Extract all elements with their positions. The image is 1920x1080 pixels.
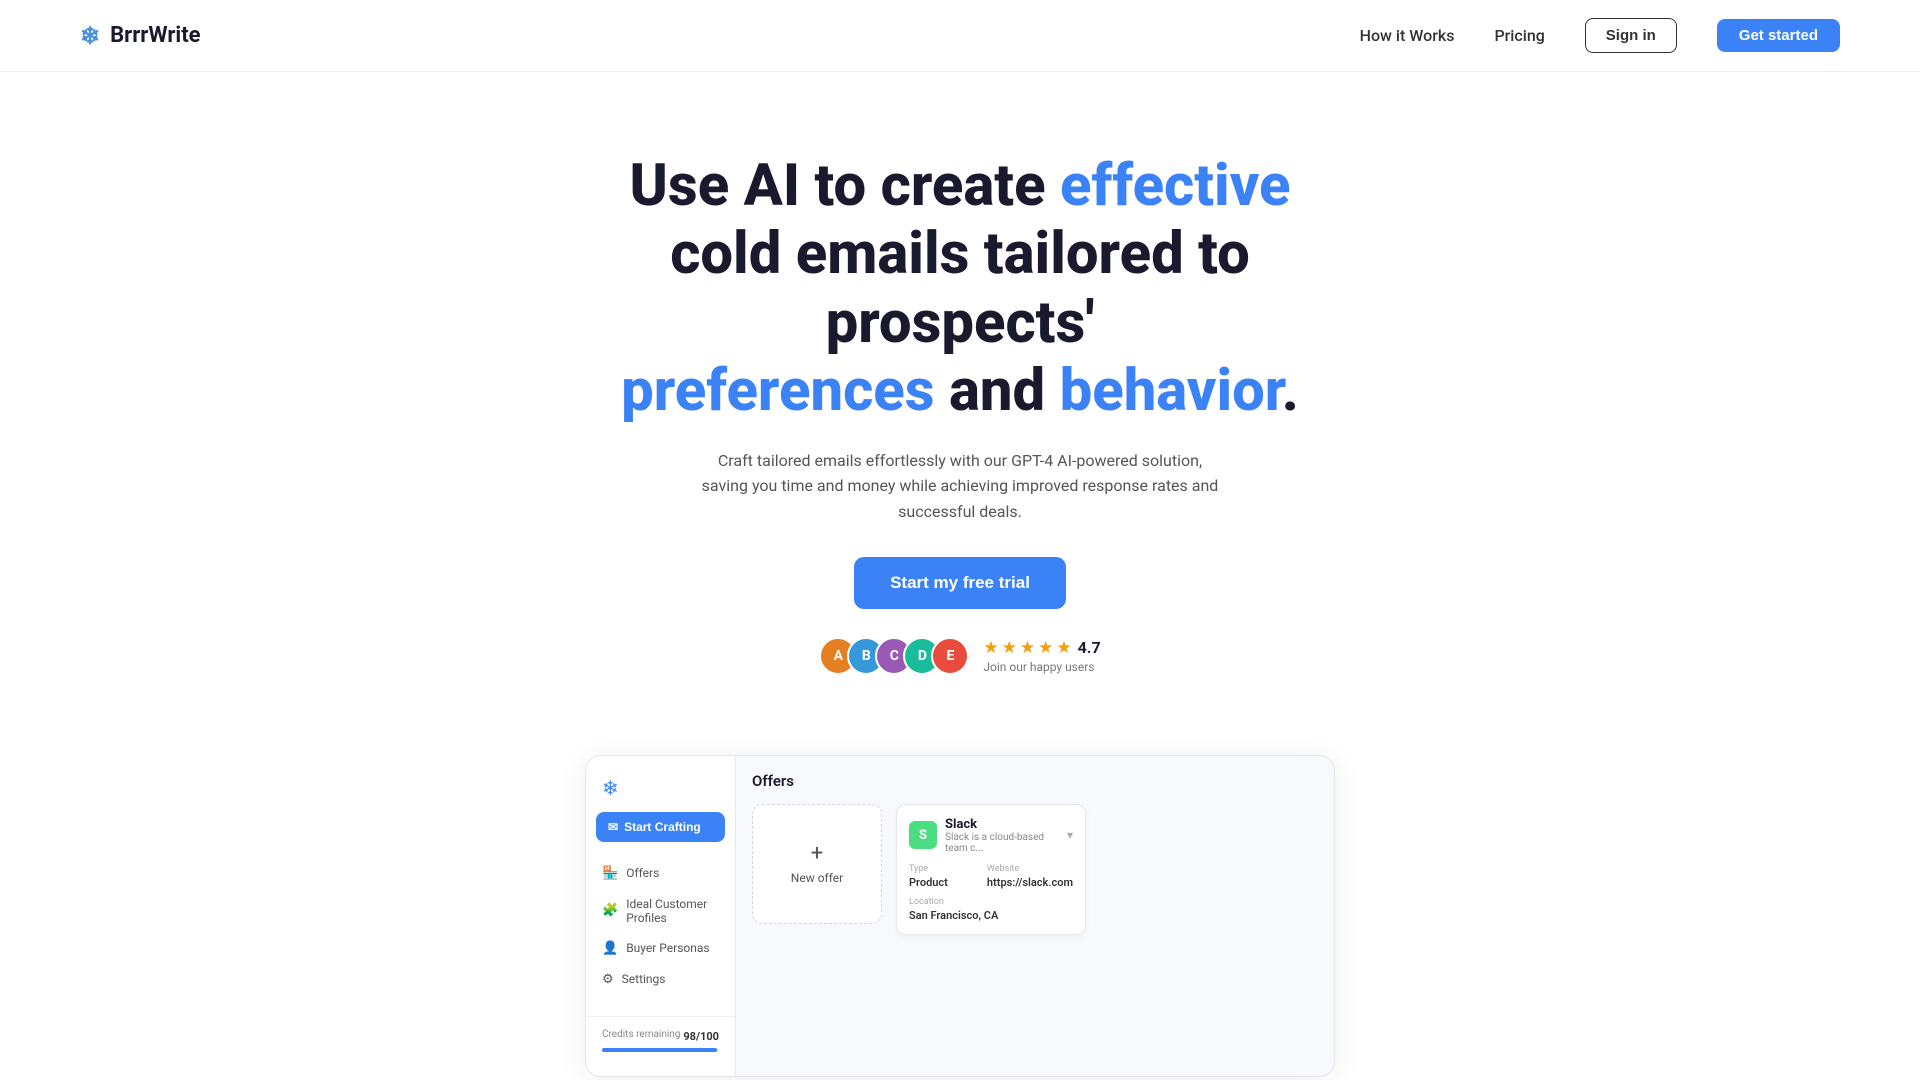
navbar: ❄ BrrrWrite How it Works Pricing Sign in… bbox=[0, 0, 1920, 72]
headline-highlight1: effective bbox=[1060, 152, 1290, 220]
chevron-down-icon: ▾ bbox=[1067, 828, 1073, 842]
rating-value: 4.7 bbox=[1078, 638, 1101, 657]
offer-card-header: S Slack Slack is a cloud-based team c...… bbox=[909, 817, 1073, 854]
hero-social: A B C D E ★ ★ ★ ★ ★ 4.7 Join our happy u… bbox=[819, 637, 1100, 675]
user-avatars: A B C D E bbox=[819, 637, 969, 675]
offer-logo-letter: S bbox=[919, 828, 927, 843]
offer-name-row: Slack Slack is a cloud-based team c... bbox=[945, 817, 1067, 854]
headline-highlight3: behavior bbox=[1060, 357, 1282, 425]
offer-website-col: Website https://slack.com bbox=[987, 864, 1073, 889]
credits-bar-fill bbox=[602, 1048, 717, 1052]
headline-highlight2: preferences bbox=[621, 357, 934, 425]
app-main: Offers + New offer S Slack Slack is bbox=[736, 756, 1334, 1076]
star-icons: ★ ★ ★ ★ ★ bbox=[983, 638, 1071, 658]
plus-icon: + bbox=[811, 843, 823, 865]
location-value: San Francisco, CA bbox=[909, 909, 1073, 922]
offers-grid: + New offer S Slack Slack is a cloud-bas… bbox=[752, 804, 1318, 935]
logo[interactable]: ❄ BrrrWrite bbox=[80, 22, 201, 50]
logo-icon: ❄ bbox=[80, 22, 100, 50]
app-sidebar: ❄ ✉ Start Crafting 🏪 Offers 🧩 Ideal Cust… bbox=[586, 756, 736, 1076]
start-crafting-label: Start Crafting bbox=[624, 820, 701, 834]
star-1: ★ bbox=[983, 638, 998, 658]
nav-pricing[interactable]: Pricing bbox=[1494, 26, 1544, 45]
rating-row: ★ ★ ★ ★ ★ 4.7 bbox=[983, 638, 1100, 658]
credits-bar bbox=[602, 1048, 719, 1052]
hero-cta-button[interactable]: Start my free trial bbox=[854, 557, 1066, 609]
offer-description: Slack is a cloud-based team c... bbox=[945, 832, 1067, 854]
getstarted-button[interactable]: Get started bbox=[1717, 19, 1840, 52]
start-crafting-button[interactable]: ✉ Start Crafting bbox=[596, 812, 725, 842]
avatar-5: E bbox=[931, 637, 969, 675]
new-offer-card[interactable]: + New offer bbox=[752, 804, 882, 924]
personas-icon: 👤 bbox=[602, 941, 618, 956]
hero-subtext: Craft tailored emails effortlessly with … bbox=[700, 448, 1220, 525]
brand-name: BrrrWrite bbox=[110, 23, 200, 48]
website-value: https://slack.com bbox=[987, 876, 1073, 889]
offer-type-col: Type Product bbox=[909, 864, 977, 889]
offer-detail-row: Type Product Website https://slack.com bbox=[909, 864, 1073, 889]
offers-icon: 🏪 bbox=[602, 866, 618, 881]
pencil-icon: ✉ bbox=[608, 820, 618, 834]
rating-block: ★ ★ ★ ★ ★ 4.7 Join our happy users bbox=[983, 638, 1100, 674]
app-preview: ❄ ✉ Start Crafting 🏪 Offers 🧩 Ideal Cust… bbox=[585, 755, 1335, 1077]
sidebar-item-icp[interactable]: 🧩 Ideal Customer Profiles bbox=[586, 889, 735, 933]
sidebar-settings-label: Settings bbox=[622, 972, 666, 986]
website-label: Website bbox=[987, 864, 1073, 874]
icp-icon: 🧩 bbox=[602, 903, 618, 918]
headline-part1: Use AI to create bbox=[630, 152, 1060, 220]
credits-label: Credits remaining bbox=[602, 1029, 680, 1040]
section-title: Offers bbox=[752, 772, 1318, 790]
headline-end: . bbox=[1282, 357, 1299, 425]
rating-label: Join our happy users bbox=[983, 660, 1094, 674]
nav-how-it-works[interactable]: How it Works bbox=[1360, 26, 1455, 45]
settings-icon: ⚙ bbox=[602, 972, 614, 987]
offer-name: Slack bbox=[945, 817, 1067, 832]
type-label: Type bbox=[909, 864, 977, 874]
hero-headline: Use AI to create effective cold emails t… bbox=[570, 152, 1350, 426]
offer-location-row: Location San Francisco, CA bbox=[909, 897, 1073, 922]
headline-part2: cold emails tailored to prospects' bbox=[670, 220, 1250, 356]
star-5: ★ bbox=[1056, 638, 1071, 658]
nav-links: How it Works Pricing Sign in Get started bbox=[1360, 18, 1840, 53]
hero-section: Use AI to create effective cold emails t… bbox=[0, 72, 1920, 715]
star-2: ★ bbox=[1002, 638, 1017, 658]
sidebar-footer: Credits remaining 98/100 bbox=[586, 1016, 735, 1060]
offer-logo: S bbox=[909, 821, 937, 849]
sidebar-logo-icon: ❄ bbox=[586, 772, 735, 812]
credits-value: 98/100 bbox=[683, 1030, 719, 1043]
sidebar-icp-label: Ideal Customer Profiles bbox=[626, 897, 719, 925]
sidebar-item-settings[interactable]: ⚙ Settings bbox=[586, 964, 735, 995]
sidebar-item-personas[interactable]: 👤 Buyer Personas bbox=[586, 933, 735, 964]
new-offer-label: New offer bbox=[791, 871, 843, 885]
type-value: Product bbox=[909, 876, 977, 889]
location-label: Location bbox=[909, 897, 1073, 907]
sidebar-personas-label: Buyer Personas bbox=[626, 941, 709, 955]
star-4: ★ bbox=[1038, 638, 1053, 658]
slack-offer-card[interactable]: S Slack Slack is a cloud-based team c...… bbox=[896, 804, 1086, 935]
signin-button[interactable]: Sign in bbox=[1585, 18, 1677, 53]
sidebar-item-offers[interactable]: 🏪 Offers bbox=[586, 858, 735, 889]
headline-part3: and bbox=[935, 357, 1060, 425]
sidebar-offers-label: Offers bbox=[626, 866, 659, 880]
star-3: ★ bbox=[1020, 638, 1035, 658]
